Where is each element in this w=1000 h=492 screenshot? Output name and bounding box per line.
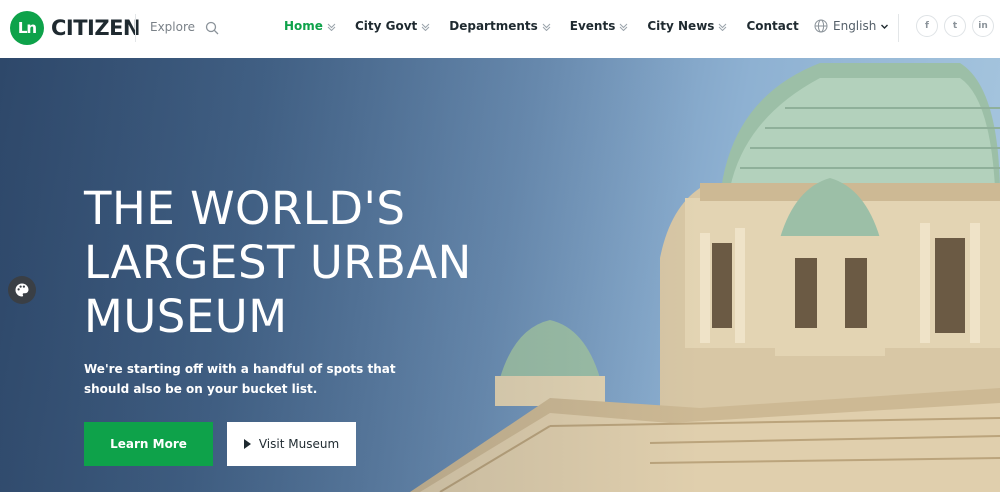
chevron-down-icon <box>719 23 727 31</box>
visit-museum-label: Visit Museum <box>258 437 340 451</box>
nav-item-label: City News <box>647 19 715 33</box>
logo-mark: Ln <box>10 11 44 45</box>
chevron-down-icon <box>881 24 889 29</box>
nav-home[interactable]: Home <box>284 19 336 33</box>
nav-item-label: City Govt <box>354 19 418 33</box>
header-divider <box>898 14 899 42</box>
site-header: Ln CITIZEN Explore Home City Govt Depart… <box>0 0 1000 58</box>
nav-events[interactable]: Events <box>570 19 629 33</box>
nav-city-news[interactable]: City News <box>647 19 727 33</box>
hero-section: THE WORLD'S LARGEST URBAN MUSEUM We're s… <box>0 58 1000 492</box>
nav-item-label: Home <box>284 19 323 33</box>
header-divider <box>135 14 136 42</box>
palette-icon <box>15 283 29 297</box>
chevron-down-icon <box>327 23 336 31</box>
twitter-icon[interactable]: t <box>944 15 966 37</box>
chevron-down-icon <box>421 23 430 31</box>
explore-link[interactable]: Explore <box>150 20 195 34</box>
chevron-down-icon <box>620 23 628 31</box>
nav-departments[interactable]: Departments <box>449 19 551 33</box>
hero-subtitle: We're starting off with a handful of spo… <box>84 362 396 396</box>
hero-title: THE WORLD'S LARGEST URBAN MUSEUM <box>84 182 472 343</box>
search-icon[interactable] <box>205 21 219 35</box>
site-logo[interactable]: Ln CITIZEN <box>10 11 141 45</box>
nav-item-label: Contact <box>746 19 799 33</box>
chevron-down-icon <box>542 23 551 31</box>
play-icon <box>243 439 251 449</box>
color-palette-button[interactable] <box>8 276 36 304</box>
nav-item-label: Events <box>569 19 616 33</box>
nav-contact[interactable]: Contact <box>746 19 798 33</box>
visit-museum-button[interactable]: Visit Museum <box>227 422 356 466</box>
main-nav: Home City Govt Departments Events City N… <box>284 19 818 33</box>
logo-text: CITIZEN <box>51 16 141 40</box>
nav-city-govt[interactable]: City Govt <box>355 19 430 33</box>
facebook-icon[interactable]: f <box>916 15 938 37</box>
globe-icon <box>814 19 828 33</box>
language-label: English <box>833 19 877 33</box>
language-selector[interactable]: English <box>814 19 889 33</box>
nav-item-label: Departments <box>449 19 538 33</box>
linkedin-icon[interactable]: in <box>972 15 994 37</box>
learn-more-button[interactable]: Learn More <box>84 422 213 466</box>
